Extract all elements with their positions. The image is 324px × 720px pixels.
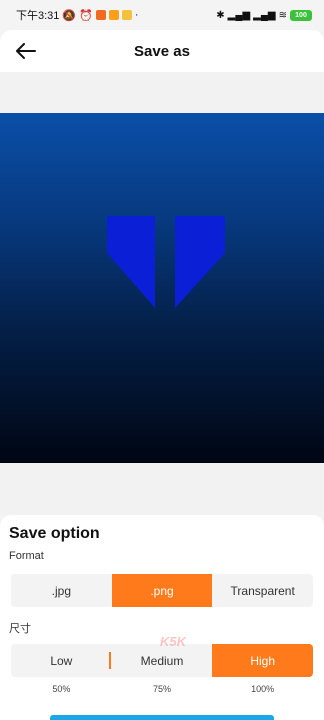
top-spacer xyxy=(0,72,324,114)
format-label: Format xyxy=(9,550,44,562)
status-time: 下午3:31 xyxy=(16,10,60,22)
save-option-title: Save option xyxy=(9,525,100,542)
battery-icon: 100 xyxy=(290,9,312,21)
format-option-transparent[interactable]: Transparent xyxy=(212,574,313,607)
logo-right-shape xyxy=(175,216,225,308)
status-left: 下午3:31 🔕 ⏰ · xyxy=(16,7,139,23)
header: Save as xyxy=(0,30,324,72)
image-preview xyxy=(0,113,324,463)
save-options-panel: Save option Format .jpg .png Transparent… xyxy=(0,515,324,720)
logo-graphic xyxy=(107,216,225,308)
save-button[interactable] xyxy=(50,715,274,720)
size-percent-row: 50% 75% 100% xyxy=(11,684,313,694)
format-selector: .jpg .png Transparent xyxy=(11,574,313,607)
size-label: 尺寸 xyxy=(9,623,31,635)
back-button[interactable] xyxy=(12,37,40,65)
segment-divider xyxy=(109,652,111,669)
format-option-png[interactable]: .png xyxy=(111,574,213,607)
size-percent-high: 100% xyxy=(251,684,275,694)
signal-icon: ▂▄▆ xyxy=(227,9,251,21)
format-option-jpg[interactable]: .jpg xyxy=(11,574,112,607)
arrow-left-icon xyxy=(16,43,36,59)
app-notification-icon xyxy=(108,10,119,20)
more-notifications-icon: · xyxy=(134,9,139,21)
size-percent-low: 50% xyxy=(52,684,71,694)
preview-spacer xyxy=(0,463,324,515)
size-percent-medium: 75% xyxy=(153,684,172,694)
wifi-icon: ≋ xyxy=(278,9,287,21)
page-title: Save as xyxy=(134,42,190,60)
logo-left-shape xyxy=(107,216,155,308)
alarm-icon: ⏰ xyxy=(79,9,93,22)
mute-icon: 🔕 xyxy=(62,9,77,22)
screen: 下午3:31 🔕 ⏰ · ✱ ▂▄▆ ▂▄▆ ≋ 100 Save as Sav… xyxy=(0,0,324,720)
size-option-low[interactable]: Low xyxy=(11,644,112,677)
watermark-logo: K5K xyxy=(160,634,187,649)
signal-icon: ▂▄▆ xyxy=(253,9,276,21)
app-notification-icon xyxy=(95,10,106,20)
size-option-high[interactable]: High xyxy=(212,644,313,677)
bluetooth-icon: ✱ xyxy=(216,9,225,21)
app-notification-icon xyxy=(121,10,132,20)
status-right: ✱ ▂▄▆ ▂▄▆ ≋ 100 xyxy=(216,9,312,21)
status-bar: 下午3:31 🔕 ⏰ · ✱ ▂▄▆ ▂▄▆ ≋ 100 xyxy=(0,0,324,30)
